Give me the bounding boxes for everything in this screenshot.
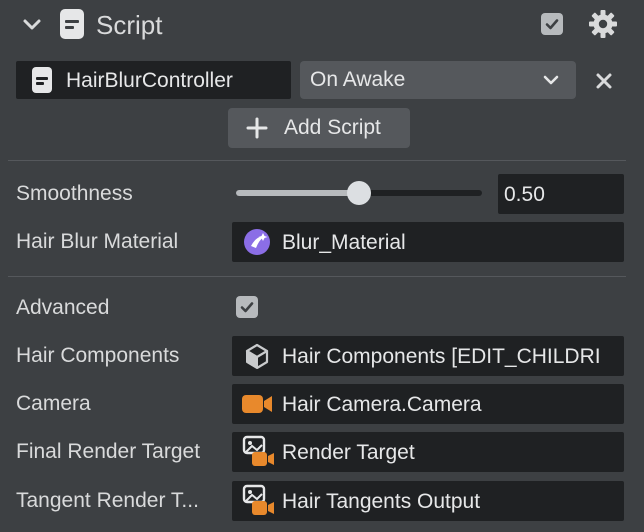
script-asset-field[interactable]: HairBlurController	[16, 61, 291, 99]
event-dropdown-value: On Awake	[310, 68, 406, 91]
hair-blur-material-value: Blur_Material	[282, 231, 406, 254]
tangent-render-target-field[interactable]: Hair Tangents Output	[232, 481, 624, 521]
chevron-down-icon	[540, 71, 562, 89]
final-render-target-field[interactable]: Render Target	[232, 432, 624, 472]
smoothness-value: 0.50	[504, 183, 545, 206]
close-icon[interactable]	[590, 67, 618, 95]
scene-object-icon	[242, 341, 272, 371]
camera-field[interactable]: Hair Camera.Camera	[232, 384, 624, 424]
hair-components-label: Hair Components	[16, 344, 180, 367]
script-file-icon	[58, 7, 86, 41]
script-file-icon	[30, 66, 54, 94]
final-render-target-value: Render Target	[282, 441, 415, 464]
gear-icon[interactable]	[587, 8, 619, 40]
advanced-checkbox[interactable]	[236, 296, 258, 318]
render-target-icon	[242, 484, 276, 518]
script-name: HairBlurController	[66, 69, 233, 92]
camera-value: Hair Camera.Camera	[282, 393, 482, 416]
final-render-target-label: Final Render Target	[16, 440, 201, 463]
hair-blur-material-field[interactable]: Blur_Material	[232, 222, 624, 262]
section-divider	[8, 276, 626, 277]
slider-thumb[interactable]	[347, 181, 371, 205]
collapse-chevron-down-icon[interactable]	[18, 12, 46, 38]
component-title: Script	[96, 10, 163, 40]
add-script-button[interactable]: Add Script	[228, 108, 410, 148]
section-divider	[8, 160, 626, 161]
render-target-icon	[242, 435, 276, 469]
add-script-label: Add Script	[284, 116, 381, 139]
slider-fill	[236, 190, 359, 196]
hair-blur-material-label: Hair Blur Material	[16, 230, 179, 253]
smoothness-slider[interactable]	[236, 178, 482, 208]
component-enabled-checkbox[interactable]	[541, 13, 563, 35]
plus-icon	[246, 117, 268, 139]
smoothness-value-field[interactable]: 0.50	[498, 174, 624, 214]
tangent-render-target-label: Tangent Render T...	[16, 489, 199, 512]
tangent-render-target-value: Hair Tangents Output	[282, 490, 481, 513]
advanced-label: Advanced	[16, 296, 110, 319]
smoothness-label: Smoothness	[16, 182, 133, 205]
hair-components-field[interactable]: Hair Components [EDIT_CHILDRI	[232, 336, 624, 376]
hair-components-value: Hair Components [EDIT_CHILDRI	[282, 345, 601, 368]
camera-label: Camera	[16, 392, 91, 415]
material-icon	[242, 227, 272, 257]
camera-icon	[240, 390, 274, 418]
event-dropdown[interactable]: On Awake	[300, 61, 576, 99]
